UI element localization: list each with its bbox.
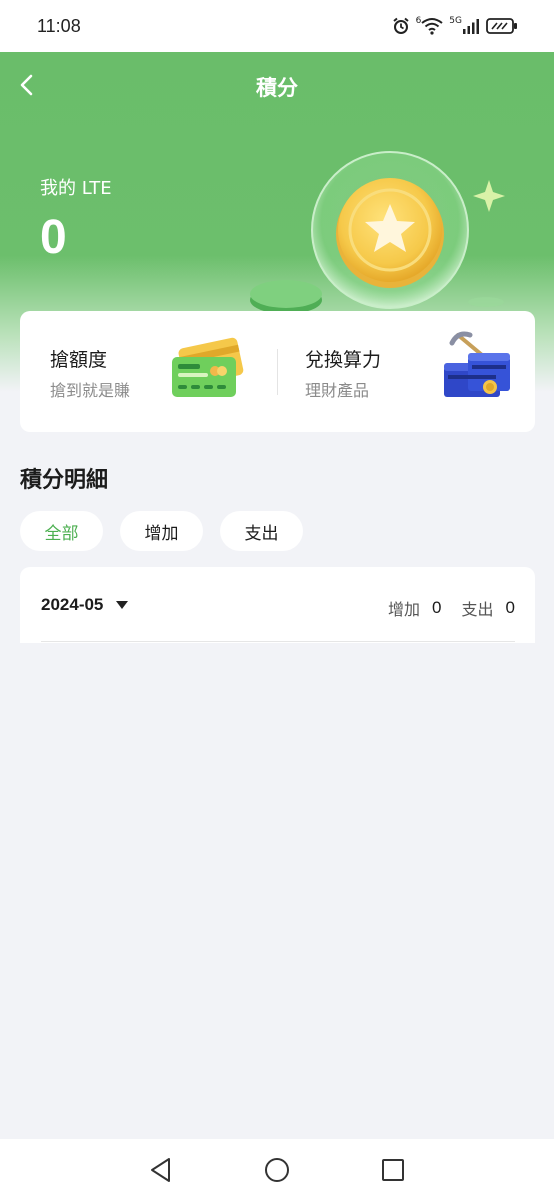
points-value: 0 bbox=[40, 211, 67, 264]
triangle-back-icon bbox=[151, 1157, 170, 1182]
grab-quota-button[interactable]: 搶額度 搶到就是賺 bbox=[20, 311, 277, 432]
mining-machine-icon bbox=[444, 331, 510, 397]
cell-signal-icon bbox=[463, 19, 479, 34]
increase-value: 0 bbox=[432, 598, 442, 617]
card-divider bbox=[41, 641, 515, 642]
expense-value: 0 bbox=[505, 598, 515, 617]
points-detail-card: 2024-05 增加 0 支出 0 bbox=[20, 567, 535, 643]
status-icons: 6 5G bbox=[392, 16, 518, 35]
action-title: 搶額度 bbox=[50, 349, 108, 371]
action-subtitle: 搶到就是賺 bbox=[50, 381, 131, 400]
system-back-button[interactable] bbox=[146, 1155, 176, 1185]
credit-card-icon bbox=[172, 337, 244, 397]
exchange-hashpower-button[interactable]: 兌換算力 理財產品 bbox=[278, 311, 535, 432]
network-label: 5G bbox=[449, 16, 462, 26]
action-title: 兌換算力 bbox=[305, 349, 382, 371]
coin-illustration bbox=[250, 151, 505, 314]
page-title: 積分 bbox=[256, 76, 298, 100]
status-time: 11:08 bbox=[37, 15, 81, 36]
system-recents-button[interactable] bbox=[378, 1155, 408, 1185]
alarm-icon bbox=[392, 17, 409, 34]
system-nav-bar bbox=[0, 1139, 554, 1200]
wifi-icon bbox=[421, 18, 443, 35]
expense-label: 支出 bbox=[461, 600, 494, 619]
filter-chip-all[interactable]: 全部 bbox=[20, 511, 103, 551]
circle-home-icon bbox=[265, 1157, 289, 1182]
section-title: 積分明細 bbox=[20, 468, 109, 493]
month-selector[interactable]: 2024-05 bbox=[41, 595, 129, 615]
month-value: 2024-05 bbox=[41, 595, 104, 614]
increase-label: 增加 bbox=[388, 600, 421, 619]
status-bar: 11:08 6 5G bbox=[0, 0, 554, 52]
filter-chip-expense[interactable]: 支出 bbox=[220, 511, 303, 551]
points-label: 我的 LTE bbox=[40, 178, 112, 199]
action-card: 搶額度 搶到就是賺 兌換算力 理財產品 bbox=[20, 311, 535, 432]
battery-icon bbox=[486, 18, 517, 34]
system-home-button[interactable] bbox=[262, 1155, 292, 1185]
action-subtitle: 理財產品 bbox=[305, 381, 370, 400]
square-recents-icon bbox=[382, 1158, 404, 1181]
filter-chip-increase[interactable]: 增加 bbox=[120, 511, 203, 551]
filter-chips: 全部 增加 支出 bbox=[20, 511, 303, 551]
month-summary: 增加 0 支出 0 bbox=[388, 596, 515, 620]
caret-down-icon bbox=[116, 601, 129, 609]
